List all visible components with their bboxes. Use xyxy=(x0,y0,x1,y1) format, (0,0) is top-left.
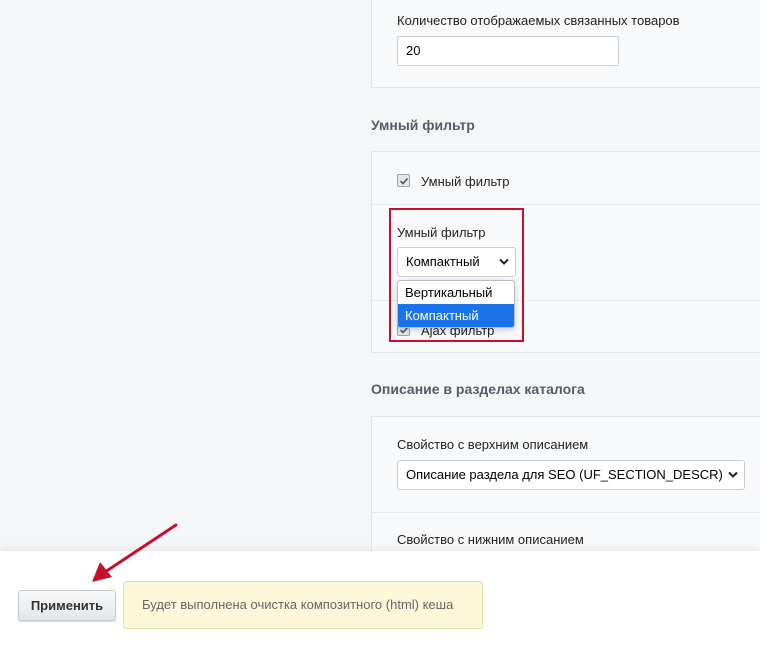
smart-filter-section-title: Умный фильтр xyxy=(371,117,475,133)
smart-filter-checkbox[interactable] xyxy=(397,174,410,187)
top-description-label: Свойство с верхним описанием xyxy=(397,437,589,452)
cache-notice: Будет выполнена очистка композитного (ht… xyxy=(123,581,483,629)
top-description-select[interactable]: Описание раздела для SEO (UF_SECTION_DES… xyxy=(397,460,745,490)
catalog-description-section-title: Описание в разделах каталога xyxy=(371,381,585,397)
related-products-card: Количество отображаемых связанных товаро… xyxy=(371,0,760,88)
bottom-description-label: Свойство с нижним описанием xyxy=(397,532,584,547)
related-count-input[interactable]: 20 xyxy=(397,36,619,66)
catalog-description-card: Свойство с верхним описанием Описание ра… xyxy=(371,416,760,566)
smart-filter-checkbox-label: Умный фильтр xyxy=(421,174,510,189)
top-description-row: Свойство с верхним описанием Описание ра… xyxy=(372,417,760,512)
checkmark-icon xyxy=(399,177,409,185)
highlight-annotation-box xyxy=(389,208,524,342)
top-description-select-value: Описание раздела для SEO (UF_SECTION_DES… xyxy=(406,467,723,482)
annotation-arrow xyxy=(92,523,178,582)
chevron-down-icon xyxy=(728,471,738,478)
related-count-label: Количество отображаемых связанных товаро… xyxy=(397,13,680,28)
smart-filter-checkbox-row: Умный фильтр xyxy=(372,152,760,204)
apply-button[interactable]: Применить xyxy=(18,590,116,621)
